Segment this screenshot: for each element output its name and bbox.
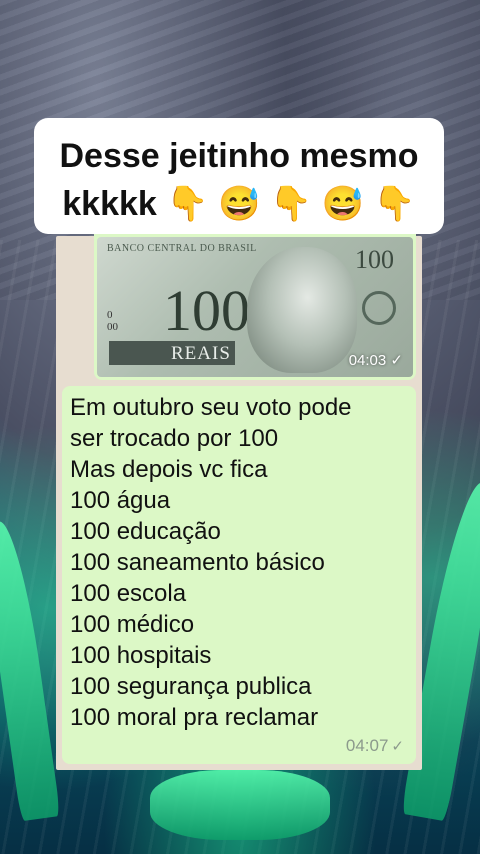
text-message-bubble[interactable]: Em outubro seu voto pode ser trocado por… [62, 386, 416, 764]
caption-line-1: Desse jeitinho mesmo [59, 137, 419, 175]
message-line: 100 segurança publica [70, 673, 312, 700]
message-line: Mas depois vc fica [70, 456, 268, 483]
seaweed-decoration-bottom [150, 770, 330, 840]
caption-line-2: kkkkk 👇 😅 👇 😅 👇 [62, 185, 416, 223]
video-caption: Desse jeitinho mesmo kkkkk 👇 😅 👇 😅 👇 [34, 118, 444, 234]
text-message-timestamp: 04:07 [345, 736, 389, 755]
banknote-emblem [362, 291, 396, 325]
image-message-meta: 04:03 ✓ [349, 351, 403, 369]
banknote-value-small: 100 [355, 245, 394, 274]
text-message-meta: 04:07 ✓ [346, 736, 404, 756]
message-line: ser trocado por 100 [70, 425, 279, 452]
message-line: 100 moral pra reclamar [70, 704, 319, 731]
message-line: 100 escola [70, 580, 187, 607]
message-line: 100 água [70, 487, 171, 514]
banknote-bank-text: BANCO CENTRAL DO BRASIL [107, 243, 257, 254]
message-line: 100 educação [70, 518, 221, 545]
banknote-value-big: 100 [163, 278, 250, 343]
banknote-image[interactable]: BANCO CENTRAL DO BRASIL 100 0 00 100 REAI… [97, 237, 413, 377]
message-line: Em outubro seu voto pode [70, 394, 352, 421]
banknote-serial-mark: 0 00 [107, 309, 118, 333]
image-message-timestamp: 04:03 [348, 352, 387, 369]
check-icon: ✓ [391, 738, 404, 755]
message-line: 100 hospitais [70, 642, 212, 669]
message-line: 100 médico [70, 611, 195, 638]
message-line: 100 saneamento básico [70, 549, 325, 576]
banknote-portrait [247, 247, 357, 373]
banknote-currency: REAIS [171, 343, 231, 364]
image-message-bubble[interactable]: BANCO CENTRAL DO BRASIL 100 0 00 100 REAI… [94, 234, 416, 380]
check-icon: ✓ [390, 352, 403, 369]
